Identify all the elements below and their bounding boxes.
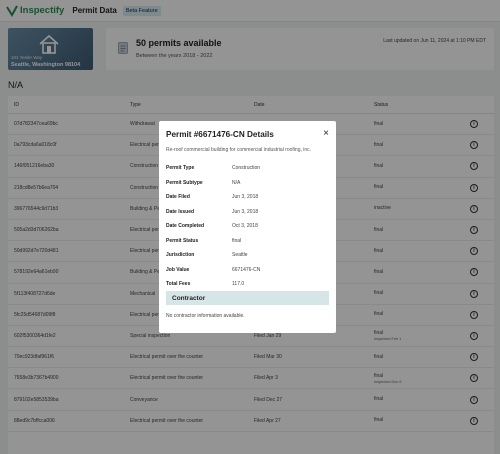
- detail-value: final: [232, 237, 242, 244]
- detail-value: Jun 3, 2018: [232, 194, 259, 201]
- detail-row: Date Completed Oct 3, 2018: [166, 219, 329, 234]
- detail-value: 6671476-CN: [232, 266, 261, 273]
- permit-description: Re-roof commercial building for commerci…: [166, 147, 312, 153]
- detail-label: Date Completed: [166, 223, 205, 230]
- detail-value: Jun 3, 2018: [232, 208, 259, 215]
- detail-row: Total Fees 117.0: [166, 277, 329, 292]
- detail-value: 117.0: [232, 281, 245, 288]
- detail-row: Date Issued Jun 3, 2018: [166, 205, 329, 220]
- detail-label: Permit Status: [166, 237, 199, 244]
- close-icon[interactable]: ×: [323, 128, 329, 139]
- detail-row: Permit Subtype N/A: [166, 176, 329, 191]
- permit-details-list: Permit Type Construction Permit Subtype N/A…: [166, 161, 329, 292]
- detail-label: Date Issued: [166, 208, 195, 215]
- detail-row: Jurisdiction Seattle: [166, 248, 329, 263]
- detail-label: Date Filed: [166, 194, 190, 201]
- detail-label: Job Value: [166, 266, 190, 273]
- detail-label: Permit Subtype: [166, 179, 203, 186]
- detail-label: Total Fees: [166, 281, 191, 288]
- modal-title: Permit #6671476-CN Details: [166, 130, 274, 139]
- detail-value: N/A: [232, 179, 241, 186]
- detail-label: Jurisdiction: [166, 252, 195, 259]
- contractor-empty-message: No contractor information available.: [166, 313, 245, 319]
- detail-value: Oct 3, 2018: [232, 223, 258, 230]
- permit-details-modal: Permit #6671476-CN Details × Re-roof com…: [159, 121, 336, 333]
- detail-row: Date Filed Jun 3, 2018: [166, 190, 329, 205]
- detail-row: Permit Type Construction: [166, 161, 329, 176]
- detail-value: Construction: [232, 165, 261, 172]
- detail-row: Permit Status final: [166, 234, 329, 249]
- detail-label: Permit Type: [166, 165, 195, 172]
- detail-row: Job Value 6671476-CN: [166, 263, 329, 278]
- detail-value: Seattle: [232, 252, 248, 259]
- contractor-heading: Contractor: [166, 291, 329, 305]
